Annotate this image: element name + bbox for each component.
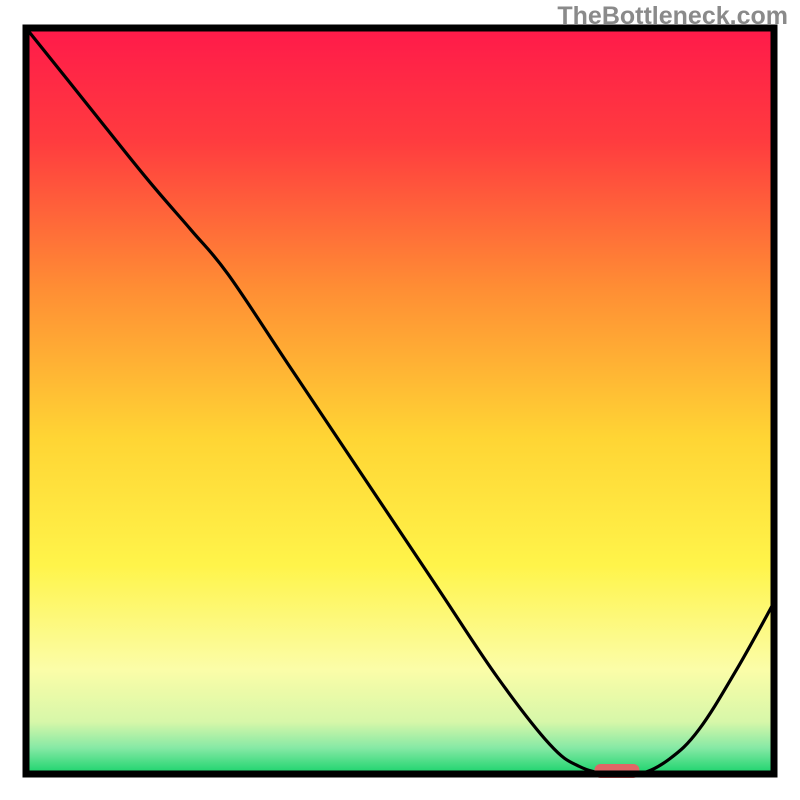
bottleneck-chart bbox=[0, 0, 800, 800]
plot-area bbox=[26, 28, 774, 778]
watermark-text: TheBottleneck.com bbox=[557, 2, 788, 31]
gradient-background bbox=[26, 28, 774, 774]
